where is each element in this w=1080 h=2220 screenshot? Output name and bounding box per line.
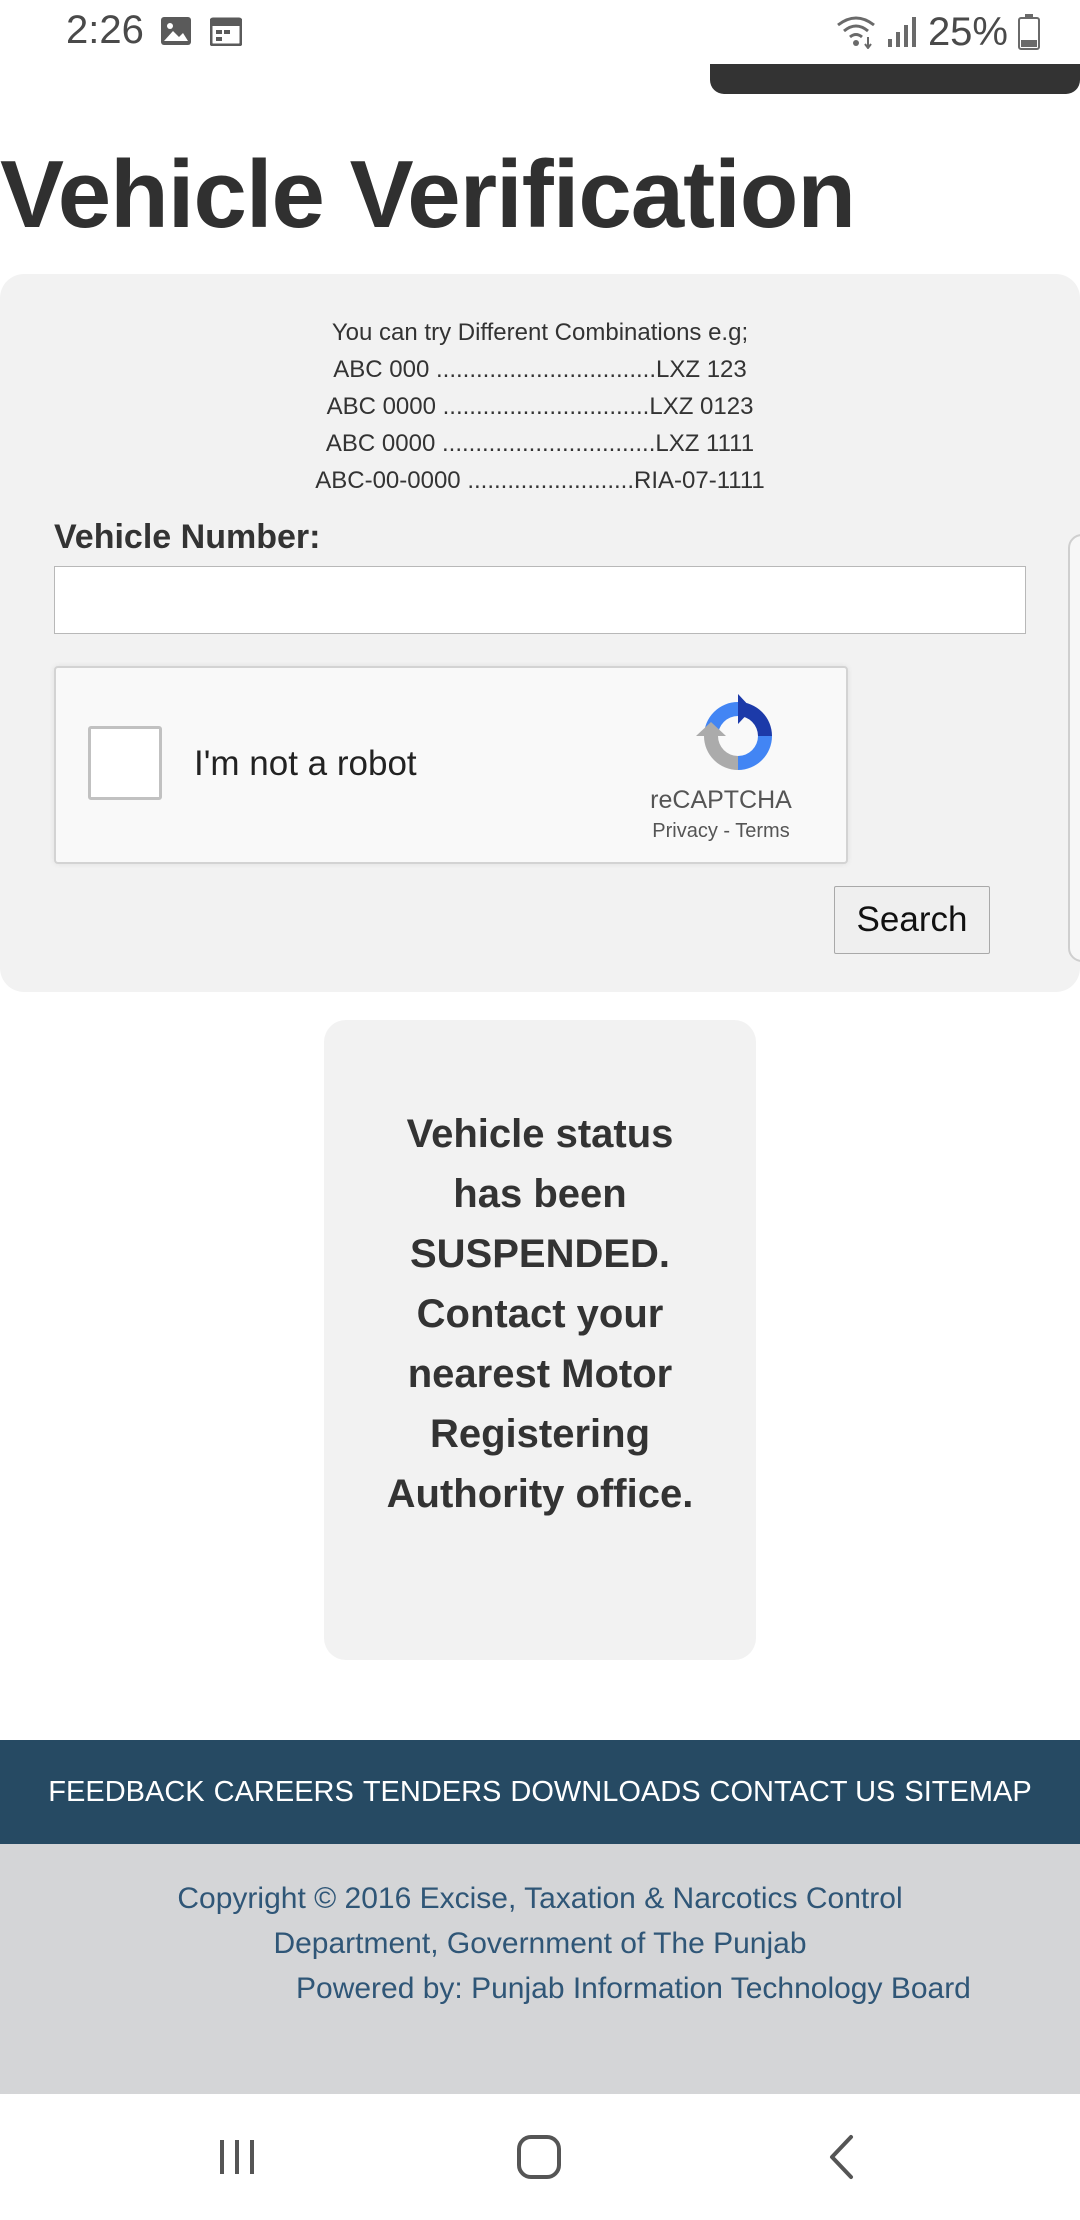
copyright-text: Copyright © 2016 Excise, Taxation & Narc… xyxy=(0,1876,1080,1966)
combination-example: ABC 0000 ...............................… xyxy=(326,393,754,420)
recaptcha-privacy-link[interactable]: Privacy xyxy=(652,820,718,842)
battery-percent: 25% xyxy=(927,9,1008,54)
recaptcha-logo-icon xyxy=(696,694,772,770)
back-icon[interactable] xyxy=(818,2132,868,2182)
side-panel-edge xyxy=(1068,534,1080,962)
image-icon xyxy=(161,17,191,45)
search-button[interactable]: Search xyxy=(834,886,990,954)
recaptcha-links: Privacy - Terms xyxy=(616,820,826,843)
footer-link-contact-us[interactable]: CONTACT US xyxy=(710,1776,896,1809)
signal-icon xyxy=(887,17,916,47)
powered-by-text[interactable]: Powered by: Punjab Information Technolog… xyxy=(296,1966,971,2011)
battery-icon xyxy=(1018,14,1040,50)
page-title: Vehicle Verification xyxy=(0,141,856,248)
vehicle-status-message: Vehicle status has been SUSPENDED. Conta… xyxy=(386,1112,694,1516)
footer-link-careers[interactable]: CAREERS xyxy=(214,1776,354,1809)
vehicle-number-input[interactable] xyxy=(54,566,1026,634)
footer-info: Copyright © 2016 Excise, Taxation & Narc… xyxy=(0,1844,1080,2094)
system-nav-bar xyxy=(0,2094,1080,2220)
combination-example: ABC 000 ................................… xyxy=(333,356,747,383)
copyright-line: Copyright © 2016 Excise, Taxation & Narc… xyxy=(177,1882,903,1915)
status-right: 25% xyxy=(836,8,1040,56)
verification-form-panel: You can try Different Combinations e.g; … xyxy=(0,274,1080,992)
recaptcha-link-separator: - xyxy=(717,820,736,842)
recaptcha-brand: reCAPTCHA xyxy=(650,786,792,814)
copyright-line: Department, Government of The Punjab xyxy=(273,1927,807,1960)
recaptcha-checkbox[interactable] xyxy=(88,726,162,800)
recaptcha-terms-link[interactable]: Terms xyxy=(735,820,789,842)
header-tab-edge xyxy=(710,64,1080,94)
footer-link-tenders[interactable]: TENDERS xyxy=(363,1776,502,1809)
home-icon[interactable] xyxy=(514,2132,564,2182)
footer-link-sitemap[interactable]: SITEMAP xyxy=(904,1776,1031,1809)
vehicle-status-card: Vehicle status has been SUSPENDED. Conta… xyxy=(324,1020,756,1660)
combination-example: ABC 0000 ...............................… xyxy=(325,430,755,457)
vehicle-number-label: Vehicle Number: xyxy=(54,518,321,556)
status-bar: 2:26 25% xyxy=(0,0,1080,64)
combination-hints: You can try Different Combinations e.g; … xyxy=(0,314,1080,499)
combination-example: ABC-00-0000 .........................RIA… xyxy=(315,467,765,494)
recaptcha-label: I'm not a robot xyxy=(194,744,417,783)
wifi-icon xyxy=(837,16,875,49)
recent-apps-icon[interactable] xyxy=(212,2132,262,2182)
calendar-icon xyxy=(210,17,242,46)
combination-intro: You can try Different Combinations e.g; xyxy=(331,319,749,346)
status-time: 2:26 xyxy=(66,8,144,52)
recaptcha-widget: I'm not a robot reCAPTCHA Privacy - Term… xyxy=(54,666,848,864)
footer-nav: FEEDBACK CAREERS TENDERS DOWNLOADS CONTA… xyxy=(0,1740,1080,1844)
footer-link-downloads[interactable]: DOWNLOADS xyxy=(510,1776,700,1809)
footer-link-feedback[interactable]: FEEDBACK xyxy=(48,1776,204,1809)
